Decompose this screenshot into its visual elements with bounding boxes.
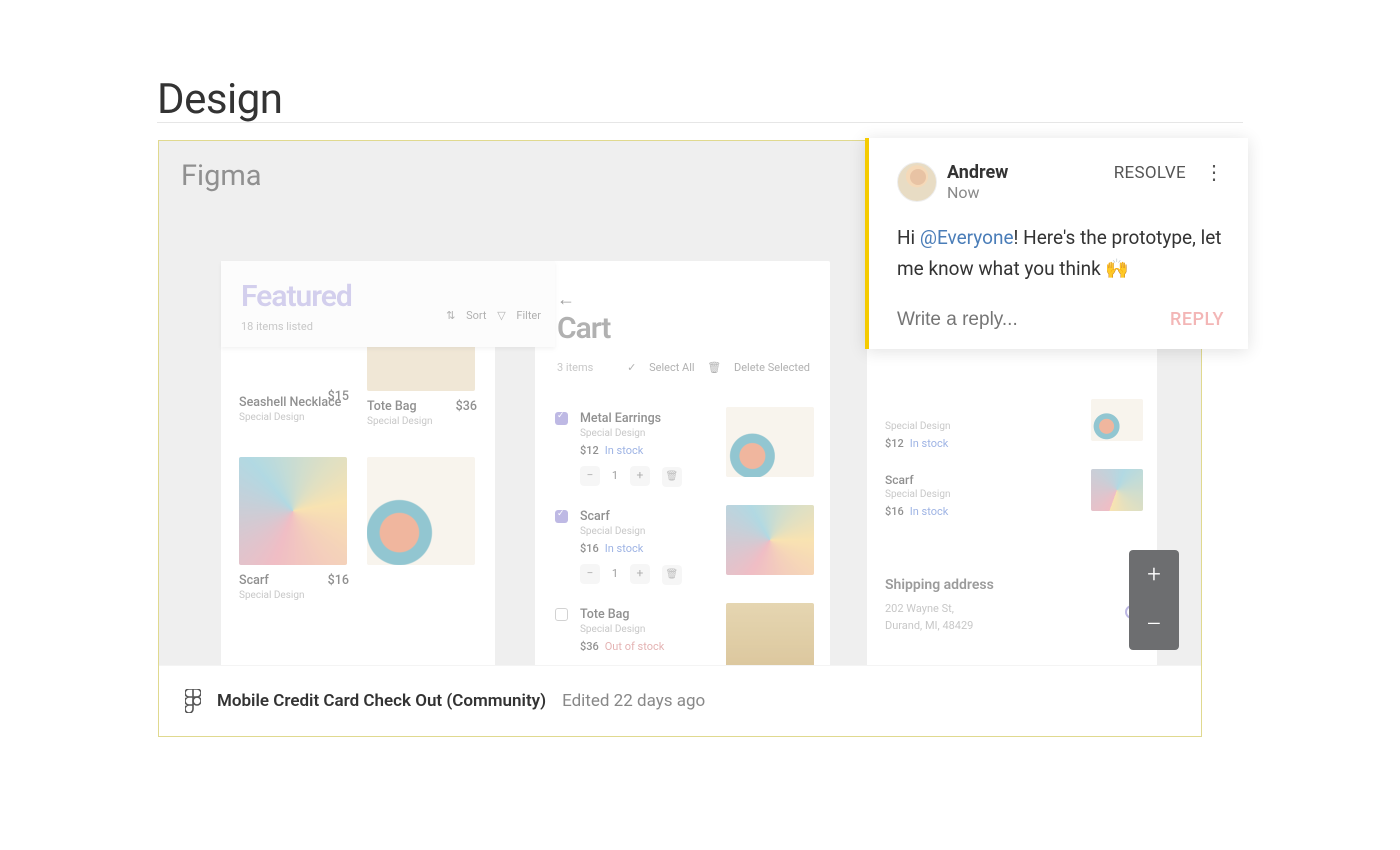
cart-line-scarf: Scarf Special Design $16 In stock − 1 + 🗑 [555,509,814,585]
qty-value: 1 [604,567,626,580]
qty-minus-button[interactable]: − [580,466,600,486]
filter-button[interactable]: ▽ Filter [497,309,541,322]
divider [157,122,1243,123]
qty-value: 1 [604,469,626,482]
app-label: Figma [181,159,262,193]
cart-item-sub: Special Design [580,526,682,537]
summary-stock: In stock [910,437,949,450]
cart-item-sub: Special Design [580,624,664,635]
file-name[interactable]: Mobile Credit Card Check Out (Community) [217,691,546,711]
resolve-button[interactable]: RESOLVE [1114,163,1186,183]
featured-header: Featured 18 items listed ⇅ Sort ▽ Filter [221,261,555,347]
artboard-featured: Featured 18 items listed ⇅ Sort ▽ Filter… [221,261,495,667]
artboard-cart: ← Cart 3 items ✓ Select All 🗑 Delete Sel… [535,261,830,667]
shipping-address-block: Shipping address 202 Wayne St, Durand, M… [885,577,1143,634]
cart-item-price: $36 [580,640,599,653]
file-info-bar: Mobile Credit Card Check Out (Community)… [159,665,1201,736]
summary-price: $12 [885,437,904,450]
figma-logo-icon [185,689,201,713]
zoom-controls: + – [1129,550,1179,650]
checkbox-icon[interactable] [555,412,568,425]
product-sub: Special Design [367,416,477,427]
reply-row: REPLY [897,309,1224,331]
cart-item-stock: In stock [605,444,644,457]
trash-icon[interactable]: 🗑 [662,565,682,585]
summary-earrings: Special Design $12In stock [885,419,1143,451]
cart-item-name: Scarf [580,509,682,524]
page-title: Design [157,75,283,124]
cart-item-price: $12 [580,444,599,457]
reply-input[interactable] [897,309,1170,331]
comment-popup: Andrew Now RESOLVE ⋮ Hi @Everyone! Here'… [865,138,1248,349]
checkbox-icon[interactable] [555,608,568,621]
cart-item-sub: Special Design [580,428,682,439]
cart-actions: ✓ Select All 🗑 Delete Selected [617,361,810,374]
select-all-button[interactable]: ✓ Select All [627,361,694,374]
qty-plus-button[interactable]: + [630,564,650,584]
cart-item-price: $16 [580,542,599,555]
more-options-icon[interactable]: ⋮ [1204,162,1224,184]
file-edited-meta: Edited 22 days ago [562,691,705,711]
cart-item-thumb [726,505,814,575]
cart-item-name: Metal Earrings [580,411,682,426]
qty-plus-button[interactable]: + [630,466,650,486]
cart-title: Cart [557,311,610,346]
shipping-title: Shipping address [885,577,1143,593]
reply-button[interactable]: REPLY [1170,309,1224,330]
product-price: $16 [328,573,349,588]
back-arrow-icon[interactable]: ← [557,289,575,310]
delete-selected-button[interactable]: 🗑 Delete Selected [707,361,810,374]
summary-stock: In stock [910,505,949,518]
summary-thumb [1091,399,1143,441]
summary-thumb [1091,469,1143,511]
cart-item-thumb [726,407,814,477]
cart-count: 3 items [557,361,593,374]
sort-button[interactable]: ⇅ Sort [446,309,486,322]
summary-price: $16 [885,505,904,518]
comment-author: Andrew [947,162,1008,183]
cart-line-tote: Tote Bag Special Design $36 Out of stock [555,607,814,654]
checkbox-icon[interactable] [555,510,568,523]
comment-time: Now [947,183,1008,202]
cart-line-earrings: Metal Earrings Special Design $12 In stoc… [555,411,814,487]
mention[interactable]: @Everyone [920,226,1014,249]
qty-minus-button[interactable]: − [580,564,600,584]
product-sub: Special Design [239,412,349,423]
product-price: $36 [456,399,477,414]
product-earrings-tile[interactable] [367,457,477,565]
zoom-in-button[interactable]: + [1129,550,1179,600]
comment-header: Andrew Now RESOLVE ⋮ [897,162,1224,202]
product-seashell[interactable]: Seashell Necklace Special Design $15 [239,389,349,423]
product-image [239,457,347,565]
summary-scarf: Scarf Special Design $16In stock [885,473,1143,519]
cart-item-stock: In stock [605,542,644,555]
cart-item-stock: Out of stock [605,640,665,653]
zoom-out-button[interactable]: – [1129,600,1179,650]
cart-item-name: Tote Bag [580,607,664,622]
trash-icon[interactable]: 🗑 [662,467,682,487]
product-image [367,457,475,565]
product-scarf[interactable]: Scarf Special Design $16 [239,457,349,601]
cart-item-thumb [726,603,814,667]
sort-filter-row: ⇅ Sort ▽ Filter [438,309,541,322]
product-sub: Special Design [239,590,349,601]
comment-body: Hi @Everyone! Here's the prototype, let … [897,222,1224,285]
avatar[interactable] [897,162,937,202]
shipping-address: 202 Wayne St, Durand, MI, 48429 [885,601,1143,634]
product-price: $15 [328,389,349,404]
